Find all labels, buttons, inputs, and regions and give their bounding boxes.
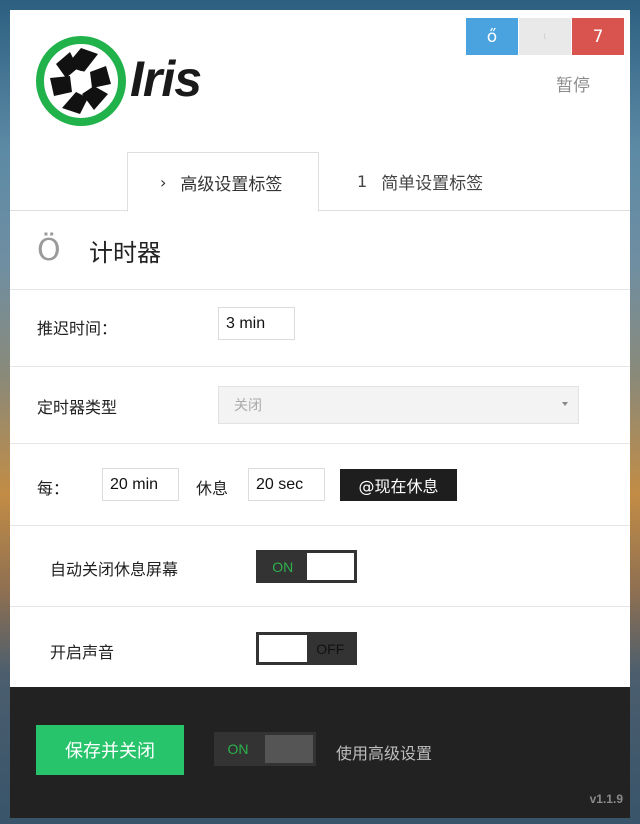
minimize-button[interactable]: ő [466, 18, 518, 55]
sound-label: 开启声音 [50, 643, 115, 662]
close-button[interactable]: 7 [572, 18, 624, 55]
sound-row: 开启声音 OFF [10, 607, 630, 688]
chevron-right-icon: › [160, 172, 167, 192]
rest-input[interactable]: 20 sec [248, 468, 325, 501]
section-header: Ö 计时器 [10, 211, 630, 290]
toggle-knob [306, 553, 354, 580]
toggle-state-text: ON [272, 558, 294, 575]
footer-bar: 保存并关闭 ON 使用高级设置 v1.1.9 [10, 687, 630, 818]
rest-label: 休息 [196, 479, 229, 498]
auto-close-toggle[interactable]: ON [256, 550, 357, 583]
auto-close-label: 自动关闭休息屏幕 [50, 560, 179, 579]
delay-label: 推迟时间： [37, 319, 118, 338]
sound-toggle[interactable]: OFF [256, 632, 357, 665]
maximize-button[interactable]: ι [519, 18, 571, 55]
timer-type-value: 关闭 [234, 398, 262, 414]
clock-icon: Ö [37, 232, 61, 268]
tab-label: 高级设置标签 [180, 174, 283, 195]
timer-type-label: 定时器类型 [37, 398, 118, 417]
interval-row: 每： 20 min 休息 20 sec @现在休息 [10, 444, 630, 526]
delay-input[interactable]: 3 min [218, 307, 295, 340]
advanced-settings-toggle[interactable]: ON [214, 732, 316, 766]
settings-window: Iris ő ι 7 暂停 › 高级设置标签 1 简单设置标签 Ö 计时器 推迟… [10, 10, 630, 818]
tab-bar: › 高级设置标签 1 简单设置标签 [10, 152, 630, 212]
pause-link[interactable]: 暂停 [556, 71, 590, 96]
delay-row: 推迟时间： 3 min [10, 290, 630, 367]
caret-down-icon [562, 402, 568, 406]
timer-type-row: 定时器类型 关闭 [10, 367, 630, 444]
toggle-knob [259, 635, 307, 662]
app-logo-text: Iris [130, 51, 202, 107]
tab-number-icon: 1 [357, 172, 368, 191]
version-label: v1.1.9 [589, 792, 623, 806]
break-now-button[interactable]: @现在休息 [340, 469, 457, 501]
section-title: 计时器 [89, 238, 161, 267]
toggle-state-text: OFF [316, 640, 345, 657]
tab-label: 简单设置标签 [381, 174, 484, 194]
toggle-state-text: ON [227, 741, 249, 757]
tab-simple-settings[interactable]: 1 简单设置标签 [357, 152, 483, 211]
header: Iris ő ι 7 暂停 [10, 10, 630, 152]
toggle-knob [265, 735, 313, 763]
tab-advanced-settings[interactable]: › 高级设置标签 [127, 152, 319, 212]
save-and-close-button[interactable]: 保存并关闭 [36, 725, 184, 775]
auto-close-row: 自动关闭休息屏幕 ON [10, 526, 630, 607]
iris-logo-icon [36, 36, 126, 126]
every-label: 每： [37, 479, 70, 498]
advanced-settings-label: 使用高级设置 [336, 744, 433, 763]
interval-input[interactable]: 20 min [102, 468, 179, 501]
timer-type-select[interactable]: 关闭 [218, 386, 579, 424]
